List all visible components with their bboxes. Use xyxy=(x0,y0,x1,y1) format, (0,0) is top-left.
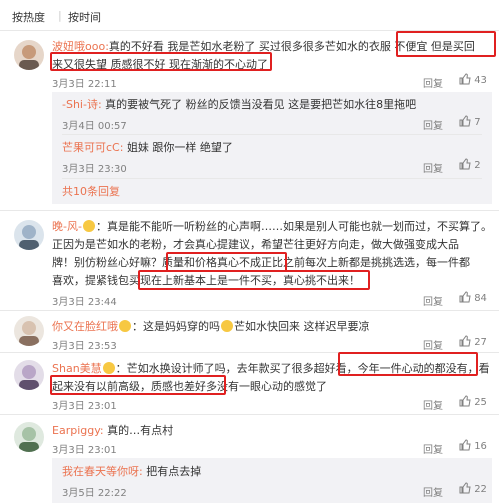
like-button[interactable]: 22 xyxy=(459,482,487,495)
like-count: 7 xyxy=(474,117,481,128)
like-count: 84 xyxy=(474,293,487,304)
comment-timestamp: 3月3日 23:01 xyxy=(52,445,117,456)
thumbs-up-icon xyxy=(459,395,471,407)
reply-button[interactable]: 回复 xyxy=(423,484,443,499)
avatar[interactable] xyxy=(14,220,44,250)
thumbs-up-icon xyxy=(459,73,471,85)
divider xyxy=(62,178,482,179)
vip-badge-icon xyxy=(82,220,95,232)
red-highlight-box xyxy=(50,375,226,395)
like-button[interactable]: 16 xyxy=(459,439,487,452)
comment-text: Earpiggy: 真的…有点村 xyxy=(52,424,174,437)
thumbs-up-icon xyxy=(459,115,471,127)
thumbs-up-icon xyxy=(459,291,471,303)
comment-text: 你又在脸红哦 ：这是妈妈穿的吗 芒如水快回来 这样迟早要凉 xyxy=(52,320,370,333)
avatar-image xyxy=(19,321,39,346)
reply-button[interactable]: 回复 xyxy=(423,117,443,132)
comment-timestamp: 3月3日 23:44 xyxy=(52,297,117,308)
red-highlight-box xyxy=(50,52,272,71)
like-count: 27 xyxy=(474,337,487,348)
red-highlight-box xyxy=(138,270,370,290)
like-button[interactable]: 43 xyxy=(459,73,487,86)
reply-button[interactable]: 回复 xyxy=(423,160,443,175)
reply-button[interactable]: 回复 xyxy=(423,397,443,412)
like-count: 25 xyxy=(474,397,487,408)
reply-text: -Shi-诗: 真的要被气死了 粉丝的反馈当没看见 这是要把芒如水往8里拖吧 xyxy=(62,96,482,114)
thumbs-up-icon xyxy=(459,158,471,170)
avatar[interactable] xyxy=(14,40,44,70)
divider xyxy=(0,210,499,211)
vip-badge-icon xyxy=(119,320,131,332)
reply-timestamp: 3月4日 00:57 xyxy=(62,121,127,132)
avatar-image xyxy=(19,427,39,452)
sort-by-time-tab[interactable]: 按时间 xyxy=(68,9,101,25)
reply-text: 芒果可可cC: 姐妹 跟你一样 绝望了 xyxy=(62,139,482,157)
reply-button[interactable]: 回复 xyxy=(423,75,443,90)
thumbs-up-icon xyxy=(459,439,471,451)
reply-timestamp: 3月5日 22:22 xyxy=(62,488,127,499)
like-button[interactable]: 2 xyxy=(459,158,481,171)
divider xyxy=(0,414,499,415)
reply-username[interactable]: 我在春天等你呀: xyxy=(62,465,143,478)
reply-body: 真的要被气死了 粉丝的反馈当没看见 这是要把芒如水往8里拖吧 xyxy=(105,98,417,111)
reply-text: 我在春天等你呀: 把有点去掉 xyxy=(62,463,482,481)
avatar[interactable] xyxy=(14,316,44,346)
reply-body: 把有点去掉 xyxy=(146,465,202,478)
reply-username[interactable]: 芒果可可cC: xyxy=(62,141,123,154)
comment-username[interactable]: 晚-风- xyxy=(52,220,82,233)
red-highlight-box xyxy=(338,352,478,376)
red-highlight-box xyxy=(166,252,287,272)
avatar[interactable] xyxy=(14,360,44,390)
sort-bar: 按热度 | 按时间 xyxy=(0,0,499,31)
like-button[interactable]: 25 xyxy=(459,395,487,408)
vip-badge-icon xyxy=(102,362,115,374)
reply-button[interactable]: 回复 xyxy=(423,337,443,352)
avatar-image xyxy=(19,225,39,250)
reply-button[interactable]: 回复 xyxy=(423,293,443,308)
like-count: 22 xyxy=(474,484,487,495)
reply-username[interactable]: -Shi-诗: xyxy=(62,98,102,111)
view-more-replies-link[interactable]: 共10条回复 xyxy=(62,183,120,201)
comment-timestamp: 3月3日 22:11 xyxy=(52,79,117,90)
like-count: 43 xyxy=(474,75,487,86)
comment-username[interactable]: Earpiggy: xyxy=(52,424,104,437)
like-button[interactable]: 7 xyxy=(459,115,481,128)
reply-timestamp: 3月3日 23:30 xyxy=(62,164,127,175)
avatar-image xyxy=(19,45,39,70)
like-count: 2 xyxy=(474,160,481,171)
comment-username[interactable]: Shan美慧 xyxy=(52,362,102,375)
like-button[interactable]: 27 xyxy=(459,335,487,348)
thumbs-up-icon xyxy=(459,482,471,494)
divider xyxy=(0,310,499,311)
reply-body: 姐妹 跟你一样 绝望了 xyxy=(126,141,233,154)
thumbs-up-icon xyxy=(459,335,471,347)
like-button[interactable]: 84 xyxy=(459,291,487,304)
sort-by-hot-tab[interactable]: 按热度 xyxy=(12,9,45,25)
comment-timestamp: 3月3日 23:01 xyxy=(52,401,117,412)
divider xyxy=(62,134,482,135)
avatar[interactable] xyxy=(14,422,44,452)
emoji-icon xyxy=(221,320,233,332)
sort-separator: | xyxy=(58,9,62,22)
avatar-image xyxy=(19,365,39,390)
red-highlight-box xyxy=(396,31,496,57)
reply-button[interactable]: 回复 xyxy=(423,441,443,456)
comment-username[interactable]: 你又在脸红哦 xyxy=(52,320,118,333)
comment-timestamp: 3月3日 23:53 xyxy=(52,341,117,352)
like-count: 16 xyxy=(474,441,487,452)
